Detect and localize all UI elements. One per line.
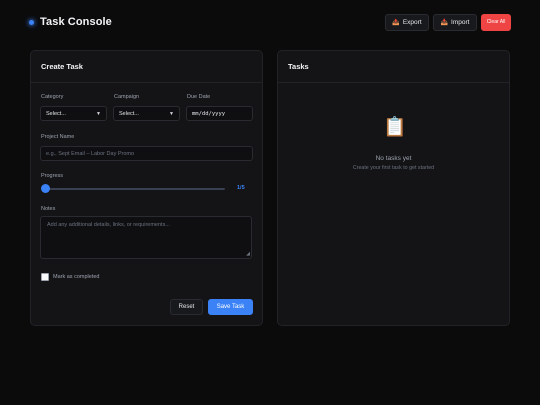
export-icon: 📤 bbox=[392, 19, 400, 26]
header-actions: 📤 Export 📥 Import Clear All bbox=[385, 13, 511, 31]
campaign-select[interactable]: Select... ▼ bbox=[113, 106, 180, 121]
project-name-input[interactable]: e.g., Sept Email – Labor Day Promo bbox=[40, 146, 253, 161]
clear-all-button[interactable]: Clear All bbox=[481, 13, 511, 31]
completed-checkbox[interactable] bbox=[41, 273, 49, 281]
category-select[interactable]: Select... ▼ bbox=[40, 106, 107, 121]
due-date-input[interactable]: mm/dd/yyyy bbox=[186, 106, 253, 121]
import-button[interactable]: 📥 Import bbox=[433, 13, 477, 31]
due-date-label: Due Date bbox=[187, 94, 211, 100]
notes-label: Notes bbox=[41, 206, 56, 212]
progress-label: Progress bbox=[41, 173, 64, 179]
status-dot-icon bbox=[29, 19, 34, 25]
project-name-placeholder: e.g., Sept Email – Labor Day Promo bbox=[46, 150, 135, 157]
save-task-button[interactable]: Save Task bbox=[208, 299, 253, 315]
import-icon: 📥 bbox=[440, 19, 449, 26]
tasks-title: Tasks bbox=[278, 51, 509, 83]
category-value: Select... bbox=[46, 110, 66, 117]
progress-slider-track[interactable] bbox=[44, 188, 225, 190]
create-task-title: Create Task bbox=[31, 51, 262, 83]
clipboard-icon: 📋 bbox=[383, 117, 407, 138]
empty-state-subtitle: Create your first task to get started bbox=[352, 165, 435, 171]
campaign-value: Select... bbox=[119, 110, 139, 117]
resize-grip-icon[interactable]: ◢ bbox=[246, 251, 250, 257]
tasks-panel: Tasks bbox=[277, 50, 510, 326]
export-label: Export bbox=[402, 18, 422, 26]
progress-slider-thumb[interactable] bbox=[41, 184, 50, 193]
reset-button[interactable]: Reset bbox=[170, 299, 203, 315]
notes-textarea[interactable]: Add any additional details, links, or re… bbox=[40, 216, 252, 259]
category-label: Category bbox=[41, 94, 64, 100]
notes-placeholder: Add any additional details, links, or re… bbox=[47, 222, 170, 228]
brand: Task Console bbox=[29, 16, 112, 28]
progress-value: 1/5 bbox=[237, 185, 245, 191]
due-date-placeholder: mm/dd/yyyy bbox=[192, 110, 226, 117]
project-name-label: Project Name bbox=[41, 134, 75, 140]
app-title: Task Console bbox=[40, 16, 112, 28]
import-label: Import bbox=[451, 18, 470, 26]
completed-label: Mark as completed bbox=[53, 274, 100, 280]
app-header: Task Console 📤 Export 📥 Import Clear All bbox=[29, 12, 511, 32]
empty-state-title: No tasks yet bbox=[375, 155, 412, 162]
chevron-down-icon: ▼ bbox=[169, 110, 174, 117]
chevron-down-icon: ▼ bbox=[96, 110, 101, 117]
campaign-label: Campaign bbox=[114, 94, 140, 100]
export-button[interactable]: 📤 Export bbox=[385, 13, 429, 31]
